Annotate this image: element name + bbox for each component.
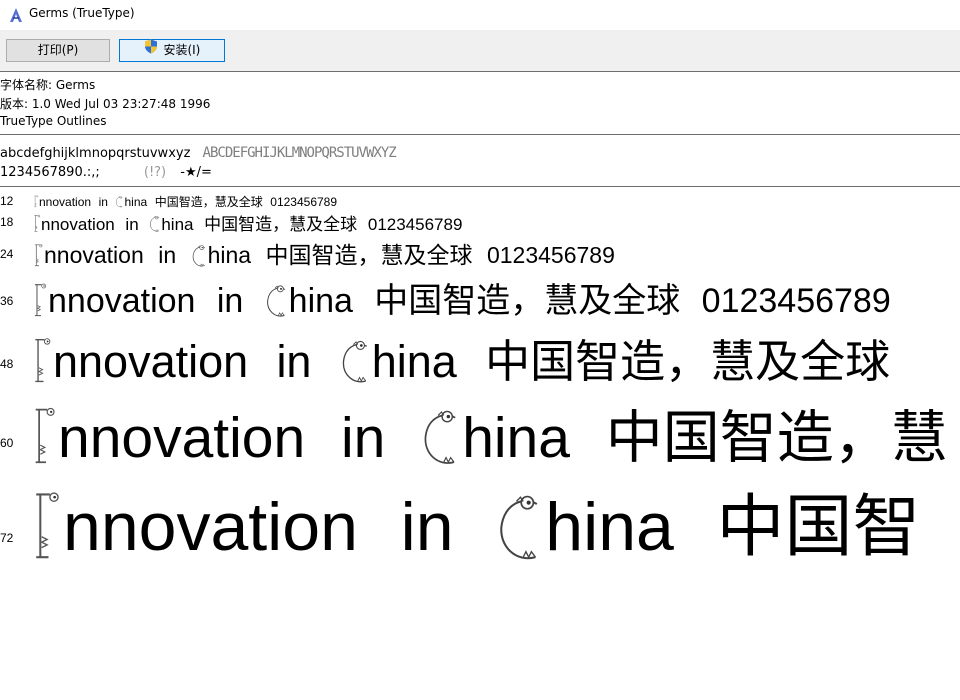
germs-monster-i-glyph-icon bbox=[34, 282, 48, 321]
divider bbox=[0, 186, 960, 187]
uac-shield-icon bbox=[144, 39, 158, 61]
sample-row-48: nnovation in hina 中国智造，慧及全球 bbox=[34, 325, 890, 390]
sample-word-innovation: nnovation bbox=[41, 215, 115, 234]
font-type-line: TrueType Outlines bbox=[0, 114, 107, 128]
sample-cjk-text: 中国智造，慧及全球 bbox=[265, 243, 473, 269]
toolbar: 打印(P) 安装(I) bbox=[0, 30, 960, 71]
sample-row-18: nnovation in hina 中国智造，慧及全球 0123456789 bbox=[34, 210, 462, 235]
print-button[interactable]: 打印(P) bbox=[6, 39, 110, 62]
sample-word-innovation: nnovation bbox=[53, 336, 249, 387]
sample-word-hina: hina bbox=[371, 336, 457, 387]
digits-glyphs: 1234567890.:,; bbox=[0, 165, 100, 180]
sample-size-label: 60 bbox=[0, 436, 14, 450]
install-button[interactable]: 安装(I) bbox=[119, 39, 225, 62]
germs-monster-c-glyph-icon bbox=[265, 282, 289, 321]
sample-word-innovation: nnovation bbox=[48, 282, 196, 320]
sample-row-12: nnovation in hina 中国智造，慧及全球 0123456789 bbox=[34, 193, 337, 210]
symbol-glyphs: -★/= bbox=[180, 165, 212, 180]
germs-monster-c-glyph-icon bbox=[115, 195, 124, 209]
germs-monster-c-glyph-icon bbox=[421, 405, 462, 471]
germs-monster-i-glyph-icon bbox=[34, 242, 44, 269]
germs-monster-i-glyph-icon bbox=[34, 195, 39, 209]
sample-word-hina: hina bbox=[288, 282, 353, 320]
sample-cjk-text: 中国智造，慧 bbox=[605, 405, 948, 471]
sample-digits: 0123456789 bbox=[486, 242, 615, 268]
sample-size-label: 72 bbox=[0, 531, 14, 545]
germs-monster-i-glyph-icon bbox=[34, 336, 53, 388]
sample-row-24: nnovation in hina 中国智造，慧及全球 0123456789 bbox=[34, 236, 615, 270]
sample-cjk-text: 中国智造，慧及全球 bbox=[204, 215, 358, 235]
sample-word-in: in bbox=[276, 336, 312, 387]
germs-monster-c-glyph-icon bbox=[149, 214, 161, 235]
window-title: Germs (TrueType) bbox=[29, 6, 135, 20]
sample-row-60: nnovation in hina 中国智造，慧 bbox=[34, 392, 948, 474]
sample-digits: 0123456789 bbox=[367, 215, 463, 234]
germs-monster-c-glyph-icon bbox=[191, 242, 208, 269]
sample-digits: 0123456789 bbox=[701, 282, 891, 320]
sample-size-label: 48 bbox=[0, 357, 14, 371]
sample-word-in: in bbox=[400, 489, 454, 565]
sample-size-label: 18 bbox=[0, 215, 14, 229]
punctuation-glyphs: (!?) bbox=[143, 165, 167, 180]
sample-word-innovation: nnovation bbox=[58, 406, 306, 470]
sample-word-hina: hina bbox=[124, 195, 148, 209]
install-button-label: 安装(I) bbox=[163, 43, 201, 57]
divider bbox=[0, 71, 960, 72]
sample-cjk-text: 中国智 bbox=[716, 488, 921, 567]
title-bar: Germs (TrueType) bbox=[0, 0, 960, 30]
sample-word-in: in bbox=[216, 282, 244, 320]
print-button-label: 打印(P) bbox=[37, 43, 79, 57]
sample-cjk-text: 中国智造，慧及全球 bbox=[154, 195, 263, 209]
divider bbox=[0, 134, 960, 135]
sample-word-in: in bbox=[98, 195, 108, 209]
sample-size-label: 12 bbox=[0, 194, 14, 208]
charset-row-digits: 1234567890.:,; (!?) -★/= bbox=[0, 165, 212, 180]
sample-row-36: nnovation in hina 中国智造，慧及全球 0123456789 bbox=[34, 273, 891, 322]
sample-size-label: 36 bbox=[0, 294, 14, 308]
germs-monster-c-glyph-icon bbox=[340, 336, 372, 388]
sample-row-72: nnovation in hina 中国智 bbox=[34, 471, 921, 570]
sample-word-in: in bbox=[158, 242, 177, 268]
germs-monster-i-glyph-icon bbox=[34, 488, 63, 566]
sample-word-hina: hina bbox=[462, 406, 570, 470]
sample-cjk-text: 中国智造，慧及全球 bbox=[374, 281, 681, 321]
font-name-line: 字体名称: Germs bbox=[0, 78, 96, 92]
font-version-line: 版本: 1.0 Wed Jul 03 23:27:48 1996 bbox=[0, 97, 211, 111]
sample-word-hina: hina bbox=[545, 489, 674, 565]
germs-uppercase-glyphs: ABCDEFGHIJKLMNOPQRSTUVWXYZ bbox=[202, 145, 397, 161]
germs-monster-c-glyph-icon bbox=[496, 488, 545, 566]
sample-word-innovation: nnovation bbox=[44, 242, 144, 268]
sample-word-innovation: nnovation bbox=[39, 195, 92, 209]
sample-word-innovation: nnovation bbox=[63, 489, 358, 565]
sample-size-label: 24 bbox=[0, 247, 14, 261]
charset-row-letters: abcdefghijklmnopqrstuvwxyz ABCDEFGHIJKLM… bbox=[0, 145, 397, 161]
sample-word-in: in bbox=[125, 215, 139, 234]
font-viewer-app-icon bbox=[8, 7, 24, 23]
germs-monster-i-glyph-icon bbox=[34, 405, 58, 471]
sample-cjk-text: 中国智造，慧及全球 bbox=[485, 335, 891, 388]
sample-word-in: in bbox=[341, 406, 386, 470]
sample-word-hina: hina bbox=[161, 215, 194, 234]
sample-digits: 0123456789 bbox=[270, 195, 338, 209]
lowercase-alphabet: abcdefghijklmnopqrstuvwxyz bbox=[0, 146, 191, 161]
sample-word-hina: hina bbox=[207, 242, 252, 268]
germs-monster-i-glyph-icon bbox=[34, 214, 41, 235]
